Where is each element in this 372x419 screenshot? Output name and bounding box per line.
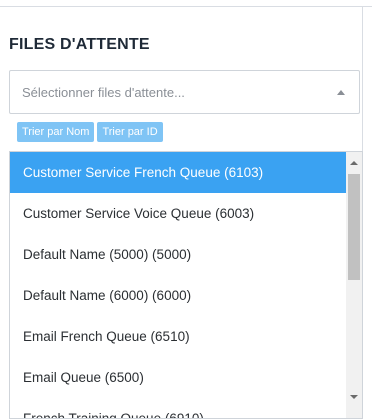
queue-option[interactable]: Default Name (6000) (6000) [10,275,354,316]
scroll-down-icon[interactable] [350,395,358,399]
queue-dropdown-list: Customer Service French Queue (6103) Cus… [9,151,363,419]
queue-option[interactable]: Customer Service Voice Queue (6003) [10,193,354,234]
scrollbar-thumb[interactable] [348,174,360,280]
queue-option[interactable]: French Training Queue (6910) [10,398,354,418]
section-title: FILES D'ATTENTE [9,36,150,53]
queue-select[interactable]: Sélectionner files d'attente... [9,70,360,114]
queue-select-placeholder: Sélectionner files d'attente... [22,85,185,100]
sort-buttons: Trier par Nom Trier par ID [17,122,166,142]
queue-filter-panel: FILES D'ATTENTE Sélectionner files d'att… [0,0,372,419]
queue-option[interactable]: Email French Queue (6510) [10,316,354,357]
dropdown-scrollbar[interactable] [346,152,362,418]
caret-up-icon[interactable] [337,90,345,95]
scroll-up-icon[interactable] [350,161,358,165]
queue-option[interactable]: Default Name (5000) (5000) [10,234,354,275]
queue-option[interactable]: Email Queue (6500) [10,357,354,398]
sort-by-id-button[interactable]: Trier par ID [97,122,163,142]
queue-option[interactable]: Customer Service French Queue (6103) [10,152,354,193]
sort-by-name-button[interactable]: Trier par Nom [17,122,95,142]
panel-top-border [0,6,372,7]
